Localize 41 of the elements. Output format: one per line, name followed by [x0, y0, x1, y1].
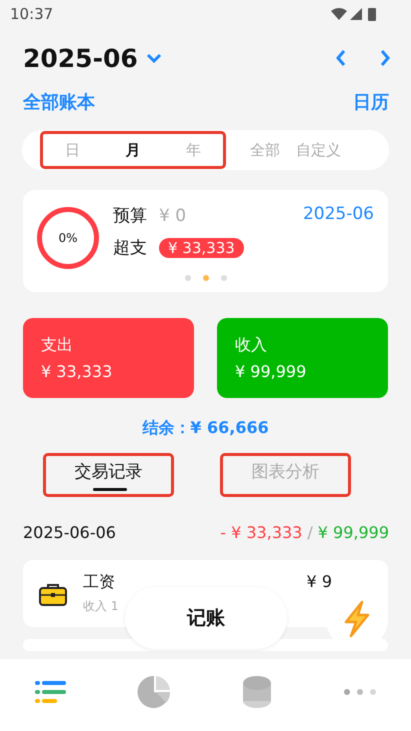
- status-time: 10:37: [10, 5, 54, 23]
- separator: /: [307, 523, 313, 542]
- day-expense: - ¥ 33,333: [220, 523, 302, 542]
- account-book-link[interactable]: 全部账本: [23, 90, 95, 114]
- total-label: 收入: [235, 335, 268, 356]
- more-icon: [342, 688, 377, 696]
- briefcase-icon: [39, 582, 67, 606]
- overspend-value: ¥ 33,333: [159, 238, 244, 258]
- transaction-subtitle: 收入 1: [83, 598, 120, 615]
- range-tab[interactable]: 日: [57, 140, 88, 160]
- budget-date: 2025-06: [302, 204, 374, 224]
- total-card[interactable]: 支出 ¥ 33,333: [23, 318, 194, 398]
- next-icon[interactable]: [379, 49, 391, 67]
- add-record-button[interactable]: 记账: [125, 587, 287, 649]
- budget-ring: 0%: [37, 207, 99, 269]
- total-value: ¥ 33,333: [41, 362, 114, 381]
- budget-label: 预算: [113, 205, 147, 227]
- day-date: 2025-06-06: [23, 523, 116, 542]
- list-icon: [35, 680, 68, 704]
- calendar-link[interactable]: 日历: [353, 90, 389, 114]
- overspend-label: 超支: [113, 237, 147, 259]
- total-card[interactable]: 收入 ¥ 99,999: [217, 318, 388, 398]
- range-tab[interactable]: 自定义: [288, 140, 349, 160]
- coins-icon: [242, 675, 272, 709]
- transaction-amount: ¥ 9: [306, 572, 332, 591]
- view-tab[interactable]: 图表分析: [220, 453, 351, 497]
- range-tab[interactable]: 全部: [242, 140, 288, 160]
- balance-text: 结余：¥ 66,666: [141, 418, 270, 439]
- previous-icon[interactable]: [335, 49, 347, 67]
- budget-value: ¥ 0: [159, 206, 186, 226]
- total-value: ¥ 99,999: [235, 362, 308, 381]
- chevron-down-icon[interactable]: [146, 52, 162, 64]
- lightning-icon: [342, 600, 372, 638]
- range-tab[interactable]: 月: [118, 140, 148, 160]
- pie-chart-icon: [137, 675, 172, 709]
- transaction-title: 工资: [83, 572, 116, 593]
- total-label: 支出: [41, 335, 74, 356]
- range-tab[interactable]: 年: [178, 140, 209, 160]
- view-tab[interactable]: 交易记录: [43, 453, 174, 497]
- day-income: ¥ 99,999: [318, 523, 389, 542]
- month-title[interactable]: 2025-06: [23, 44, 138, 72]
